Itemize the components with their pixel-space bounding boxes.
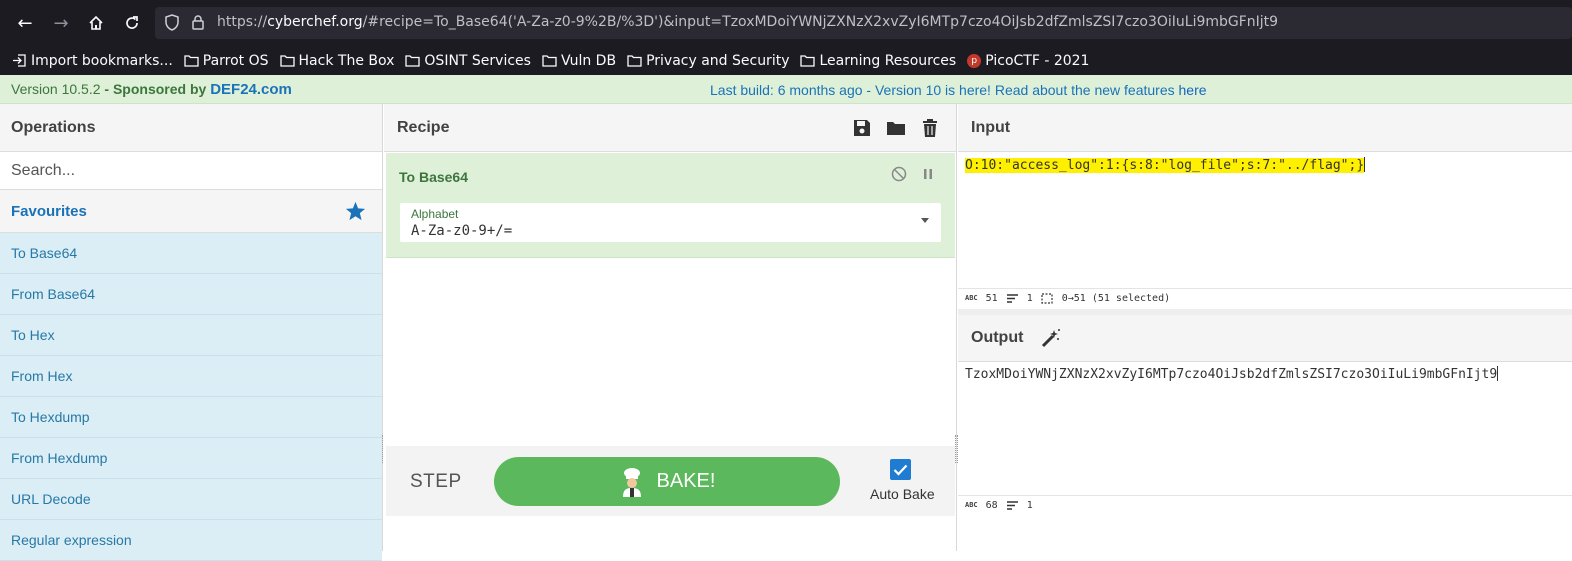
recipe-title: Recipe — [397, 118, 450, 136]
bookmarks-bar: Import bookmarks... Parrot OS Hack The B… — [0, 46, 1572, 75]
text-cursor — [1497, 366, 1499, 381]
io-panel: Input O:10:"access_log":1:{s:8:"log_file… — [958, 104, 1572, 551]
star-icon[interactable] — [345, 201, 366, 221]
url-text[interactable]: https://cyberchef.org/#recipe=To_Base64(… — [217, 14, 1278, 30]
operation-from-hexdump[interactable]: From Hexdump — [0, 438, 382, 479]
input-title: Input — [958, 104, 1572, 152]
output-text: TzoxMDoiYWNjZXNzX2xvZyI6MTp7czo4OiJsb2df… — [965, 367, 1498, 382]
text-cursor — [1364, 157, 1366, 172]
operation-url-decode[interactable]: URL Decode — [0, 479, 382, 520]
favourites-category[interactable]: Favourites — [0, 190, 382, 233]
version-info: Version 10.5.2 - Sponsored by DEF24.com — [11, 81, 292, 98]
output-header: Output — [958, 315, 1572, 362]
output-textarea[interactable]: TzoxMDoiYWNjZXNzX2xvZyI6MTp7czo4OiJsb2df… — [965, 366, 1499, 382]
folder-icon — [800, 55, 816, 67]
input-line-count: 1 — [1026, 292, 1033, 304]
output-title: Output — [971, 329, 1024, 346]
folder-icon — [279, 55, 295, 67]
picoctf-icon: p — [967, 53, 982, 68]
import-icon — [13, 54, 26, 67]
input-char-count: 51 — [985, 292, 998, 304]
recipe-operation-name: To Base64 — [399, 169, 468, 185]
folder-icon — [184, 55, 199, 67]
operation-to-hex[interactable]: To Hex — [0, 315, 382, 356]
line-count-icon — [1006, 500, 1018, 510]
output-status-bar: ABC 68 1 — [958, 495, 1572, 514]
folder-icon — [627, 55, 642, 67]
bake-button[interactable]: BAKE! — [494, 457, 840, 506]
back-arrow-icon[interactable]: ← — [11, 9, 39, 37]
bookmark-folder-learning[interactable]: Learning Resources — [800, 53, 956, 69]
step-button[interactable]: STEP — [410, 471, 462, 493]
input-status-bar: ABC 51 1 0→51 (51 selected) — [958, 288, 1572, 307]
sponsor-link[interactable]: DEF24.com — [210, 81, 292, 98]
last-build-notice: Last build: 6 months ago - Version 10 is… — [710, 82, 1207, 98]
bookmark-folder-hack-the-box[interactable]: Hack The Box — [279, 53, 394, 69]
operation-to-base64[interactable]: To Base64 — [0, 233, 382, 274]
checkmark-icon — [893, 464, 908, 476]
trash-icon[interactable] — [920, 118, 940, 138]
operation-regular-expression[interactable]: Regular expression — [0, 520, 382, 561]
chef-icon — [622, 467, 641, 497]
alphabet-select[interactable]: Alphabet A-Za-z0-9+/= — [400, 203, 941, 242]
operation-to-hexdump[interactable]: To Hexdump — [0, 397, 382, 438]
line-count-icon — [1006, 293, 1018, 303]
auto-bake-checkbox[interactable] — [890, 459, 911, 480]
output-line-count: 1 — [1026, 499, 1033, 511]
bake-controls: STEP BAKE! Auto Bake — [386, 446, 955, 516]
lock-icon[interactable] — [191, 14, 205, 31]
bookmark-folder-osint[interactable]: OSINT Services — [405, 53, 531, 69]
home-icon[interactable] — [82, 9, 110, 37]
recipe-operation-card[interactable]: To Base64 Alphabet A-Za-z0-9+/= — [386, 153, 955, 258]
dropdown-caret-icon[interactable] — [921, 218, 929, 223]
address-bar[interactable]: https://cyberchef.org/#recipe=To_Base64(… — [155, 7, 1572, 39]
selection-icon — [1041, 292, 1053, 304]
magic-wand-icon[interactable] — [1041, 328, 1061, 348]
bookmark-folder-parrot-os[interactable]: Parrot OS — [184, 53, 269, 69]
folder-icon — [405, 55, 421, 67]
auto-bake-label: Auto Bake — [870, 486, 935, 502]
bookmark-folder-privacy[interactable]: Privacy and Security — [627, 53, 789, 69]
tracking-shield-icon[interactable] — [165, 14, 179, 31]
forward-arrow-icon[interactable]: → — [47, 9, 75, 37]
operations-panel: Operations Search... Favourites To Base6… — [0, 104, 383, 561]
reload-icon[interactable] — [118, 9, 146, 37]
bookmark-picoctf[interactable]: p PicoCTF - 2021 — [967, 53, 1089, 69]
recipe-panel: Recipe To Base64 Alphabet A-Za-z0-9+/= S… — [384, 104, 957, 551]
operations-title: Operations — [0, 104, 382, 152]
browser-toolbar: ← → https://cyberchef.org/#recipe=To_Bas… — [0, 0, 1572, 46]
pause-icon[interactable] — [921, 166, 935, 182]
folder-icon — [542, 55, 557, 67]
features-link[interactable]: here — [1179, 82, 1207, 98]
recipe-header: Recipe — [384, 104, 956, 152]
operation-from-hex[interactable]: From Hex — [0, 356, 382, 397]
input-textarea[interactable]: O:10:"access_log":1:{s:8:"log_file";s:7:… — [965, 157, 1366, 173]
input-selection: 0→51 (51 selected) — [1061, 292, 1171, 304]
bookmark-import[interactable]: Import bookmarks... — [12, 53, 173, 69]
save-icon[interactable] — [852, 118, 872, 138]
folder-open-icon[interactable] — [886, 118, 906, 138]
output-char-count: 68 — [985, 499, 998, 511]
operations-search-input[interactable]: Search... — [0, 152, 382, 190]
operation-from-base64[interactable]: From Base64 — [0, 274, 382, 315]
char-count-icon: ABC — [965, 501, 978, 509]
disable-icon[interactable] — [891, 166, 907, 182]
version-banner: Version 10.5.2 - Sponsored by DEF24.com … — [0, 75, 1572, 104]
char-count-icon: ABC — [965, 294, 978, 302]
input-text: O:10:"access_log":1:{s:8:"log_file";s:7:… — [965, 158, 1365, 173]
bookmark-folder-vuln-db[interactable]: Vuln DB — [542, 53, 616, 69]
